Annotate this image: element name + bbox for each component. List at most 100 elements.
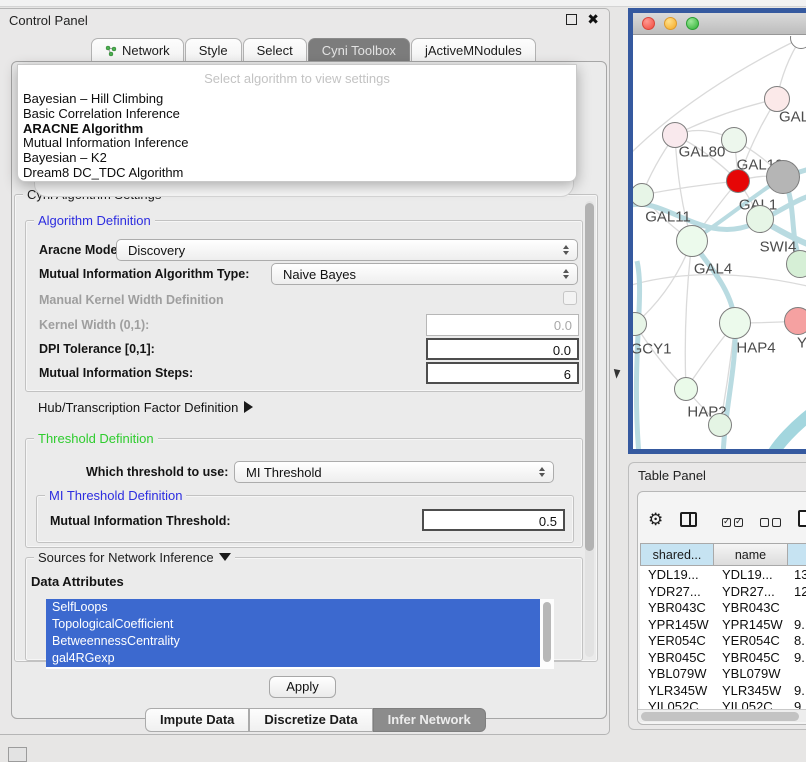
table-cell: YBR043C [640,599,714,616]
column-header-partial[interactable] [788,543,806,566]
network-node-hap4[interactable] [719,307,751,339]
table-header-row: shared... name [640,543,806,566]
deselect-all-checkboxes-icon[interactable] [760,514,784,532]
table-body[interactable]: YDL19...YDL19...13YDR27...YDR27...12YBR0… [640,566,806,709]
hub-definition-expander[interactable]: Hub/Transcription Factor Definition [38,400,253,415]
zoom-traffic-light-icon[interactable] [686,17,699,30]
close-icon[interactable]: ✖ [587,11,599,28]
network-node[interactable] [766,160,800,194]
tab-select[interactable]: Select [243,38,307,63]
sources-expander[interactable]: Sources for Network Inference [34,550,235,565]
table-cell: YBR045C [640,649,714,666]
float-icon[interactable] [566,14,577,25]
network-node-label: Y [797,335,806,352]
tab-infer-network[interactable]: Infer Network [373,708,486,732]
column-header-shared[interactable]: shared... [640,543,714,566]
close-traffic-light-icon[interactable] [642,17,655,30]
data-attributes-label: Data Attributes [31,574,124,589]
gear-icon[interactable]: ⚙ [648,510,663,530]
control-panel-window: Control Panel ✖ Network Style Select Cyn… [0,8,610,735]
data-attribute-item[interactable]: TopologicalCoefficient [46,616,540,633]
tab-cyni-toolbox[interactable]: Cyni Toolbox [308,38,410,63]
group-title: Algorithm Definition [34,213,155,228]
cyni-algorithm-settings-group: Cyni Algorithm Settings Algorithm Defini… [14,194,598,662]
table-row[interactable]: YPR145WYPR145W9. [640,616,806,633]
document-icon[interactable] [798,510,806,527]
table-cell: YPR145W [640,616,714,633]
algorithm-option[interactable]: Basic Correlation Inference [18,107,576,122]
table-cell: YLR345W [714,682,788,699]
tab-network[interactable]: Network [91,38,184,63]
kernel-width-label: Kernel Width (0,1): [39,318,149,332]
mi-threshold-input[interactable]: 0.5 [422,509,565,531]
tab-impute-data[interactable]: Impute Data [145,708,249,732]
table-panel-window: Table Panel ⚙ shared... name YDL19...YDL… [628,462,806,730]
data-attribute-item[interactable]: SelfLoops [46,599,540,616]
network-node-gal10[interactable] [721,127,747,153]
tab-jactivemnodules[interactable]: jActiveMNodules [411,38,536,63]
attributes-scrollbar[interactable] [540,599,554,669]
table-cell: YDR27... [714,583,788,600]
network-window-titlebar[interactable] [633,13,806,35]
network-canvas[interactable]: GALGAL80GAL10GAL1GAL11SWI4GAL4GCY1HAP4YH… [633,36,806,449]
aracne-mode-combo[interactable]: Discovery [116,239,578,261]
table-row[interactable]: YER054CYER054C8. [640,632,806,649]
algorithm-option[interactable]: Mutual Information Inference [18,136,576,151]
data-attribute-item[interactable]: gal4RGexp [46,650,540,667]
mi-algorithm-type-combo[interactable]: Naive Bayes [271,263,578,285]
columns-icon[interactable] [680,512,697,527]
network-node-hap2[interactable] [674,377,698,401]
tab-label: Style [199,43,228,58]
tab-style[interactable]: Style [185,38,242,63]
table-cell: YBR043C [714,599,788,616]
table-row[interactable]: YBR043CYBR043C [640,599,806,616]
tab-discretize-data[interactable]: Discretize Data [249,708,372,732]
tab-label: Cyni Toolbox [322,43,396,58]
table-cell: 8. [788,632,806,649]
mouse-cursor [614,367,622,378]
table-row[interactable]: YBR045CYBR045C9. [640,649,806,666]
sources-group: Sources for Network Inference Data Attri… [25,557,583,661]
network-node-gal4[interactable] [676,225,708,257]
network-icon [105,45,117,57]
algorithm-option[interactable]: Dream8 DC_TDC Algorithm [18,166,576,181]
table-horizontal-scrollbar[interactable] [638,709,806,722]
attr-items: SelfLoopsTopologicalCoefficientBetweenne… [46,599,554,667]
table-cell: YBL079W [714,665,788,682]
select-all-checkboxes-icon[interactable] [722,514,746,532]
kernel-width-input[interactable]: 0.0 [426,314,579,336]
network-node-gal1[interactable] [726,169,750,193]
panel-grip-icon[interactable] [8,747,27,762]
table-row[interactable]: YDR27...YDR27...12 [640,583,806,600]
table-row[interactable]: YBL079WYBL079W [640,665,806,682]
apply-button[interactable]: Apply [269,676,336,698]
table-cell [788,599,806,616]
expand-right-icon [244,401,253,413]
network-node-label: GCY1 [633,341,671,358]
combo-value: Discovery [128,243,185,258]
table-row[interactable]: YIL052CYIL052C9 [640,698,806,709]
network-node-y[interactable] [784,307,806,335]
table-row[interactable]: YDL19...YDL19...13 [640,566,806,583]
table-row[interactable]: YLR345WYLR345W9. [640,682,806,699]
network-view-window: GALGAL80GAL10GAL1GAL11SWI4GAL4GCY1HAP4YH… [628,8,806,454]
network-node[interactable] [708,413,732,437]
dpi-tolerance-label: DPI Tolerance [0,1]: [39,342,155,356]
which-threshold-combo[interactable]: MI Threshold [234,461,554,483]
algorithm-option[interactable]: ARACNE Algorithm [18,122,576,137]
minimize-traffic-light-icon[interactable] [664,17,677,30]
network-node-label: GAL [779,109,806,126]
mi-steps-input[interactable]: 6 [426,362,579,384]
algorithm-option[interactable]: Bayesian – K2 [18,151,576,166]
network-node-swi4[interactable] [746,205,774,233]
tab-label: Network [122,43,170,58]
sources-title: Sources for Network Inference [38,550,214,565]
table-cell: 9. [788,616,806,633]
network-node[interactable] [786,250,806,278]
manual-kernel-width-checkbox[interactable] [563,291,577,305]
algorithm-option[interactable]: Bayesian – Hill Climbing [18,92,576,107]
settings-scrollbar[interactable] [585,201,594,657]
data-attribute-item[interactable]: BetweennessCentrality [46,633,540,650]
column-header-name[interactable]: name [714,543,788,566]
dpi-tolerance-input[interactable]: 0.0 [426,338,579,360]
